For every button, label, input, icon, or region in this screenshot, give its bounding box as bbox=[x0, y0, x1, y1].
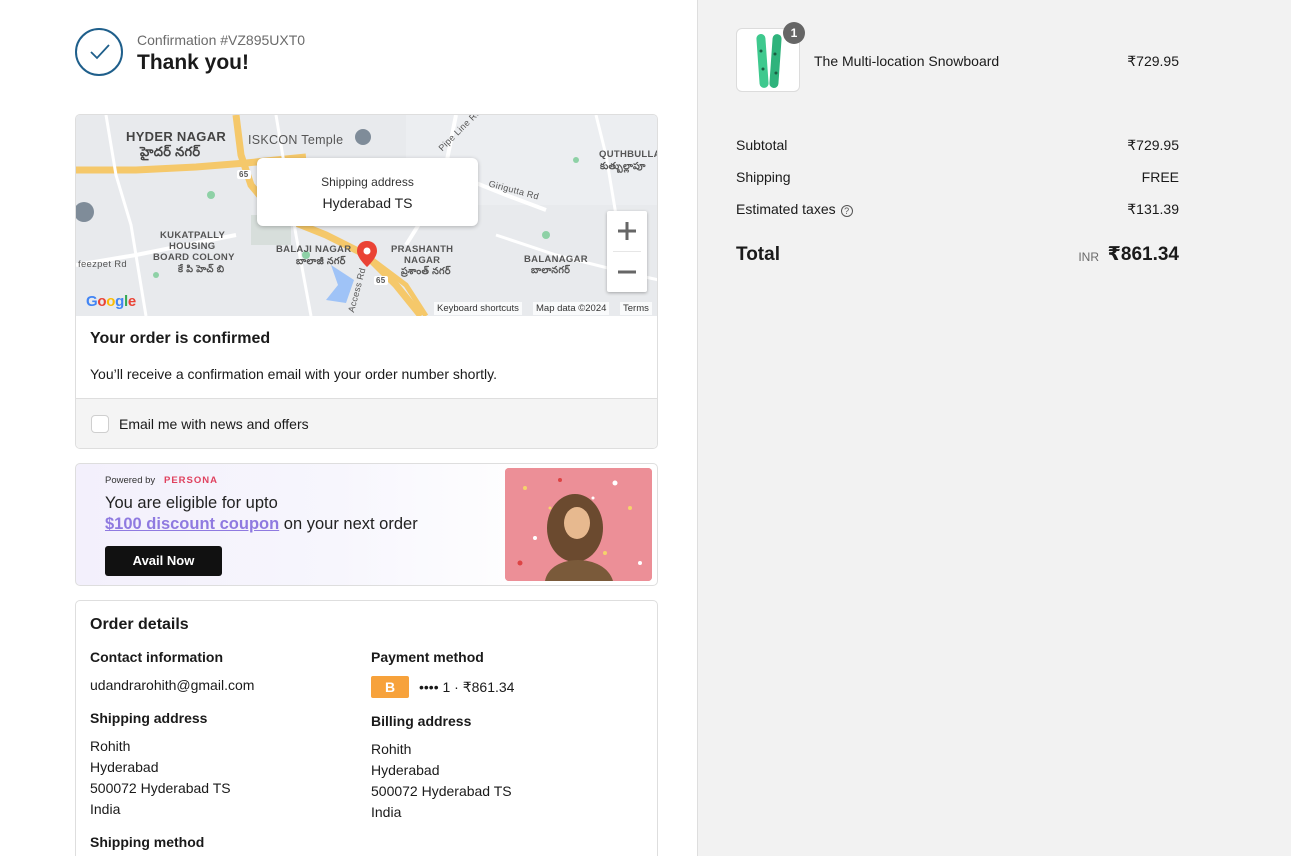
map-terms-link[interactable]: Terms bbox=[620, 302, 652, 315]
billing-address-line: Hyderabad bbox=[371, 762, 440, 778]
map-tooltip: Shipping address Hyderabad TS bbox=[257, 158, 478, 226]
map-label: BALAJI NAGAR bbox=[276, 244, 352, 255]
map-pin-icon[interactable] bbox=[357, 241, 377, 267]
currency-code: INR bbox=[1078, 250, 1099, 264]
shipping-label: Shipping bbox=[736, 169, 791, 185]
billing-address-line: Rohith bbox=[371, 741, 412, 757]
order-details-card: Order details Contact information udandr… bbox=[75, 600, 658, 856]
success-check-icon bbox=[75, 28, 123, 76]
zoom-in-button[interactable] bbox=[607, 211, 647, 251]
shipping-address-line: India bbox=[90, 801, 121, 817]
newsletter-row[interactable]: Email me with news and offers bbox=[76, 398, 657, 448]
map-label: కే పి హెచ్ బి bbox=[178, 264, 225, 275]
map-label: KUKATPALLY bbox=[160, 230, 226, 241]
google-logo: Google bbox=[86, 293, 136, 310]
taxes-value: ₹131.39 bbox=[1127, 201, 1179, 217]
banner-line2: $100 discount coupon on your next order bbox=[105, 515, 418, 534]
highway-shield: 65 bbox=[237, 170, 251, 179]
keyboard-shortcuts-link[interactable]: Keyboard shortcuts bbox=[434, 302, 522, 315]
map-label: NAGAR bbox=[404, 255, 441, 266]
payment-method-icon: B bbox=[371, 676, 409, 698]
billing-address-line: India bbox=[371, 804, 402, 820]
billing-address-heading: Billing address bbox=[371, 713, 472, 729]
map-label: ISKCON Temple bbox=[248, 133, 344, 147]
map-label: HOUSING bbox=[169, 241, 216, 252]
contact-email: udandrarohith@gmail.com bbox=[90, 677, 255, 693]
map-label: బాలాజీ నగర్ bbox=[296, 256, 346, 267]
product-price: ₹729.95 bbox=[1127, 53, 1179, 69]
newsletter-label[interactable]: Email me with news and offers bbox=[119, 416, 309, 432]
map-label: ప్రశాంత్ నగర్ bbox=[401, 266, 451, 277]
payment-heading: Payment method bbox=[371, 649, 484, 665]
map-label: HYDER NAGAR bbox=[126, 129, 227, 144]
subtotal-label: Subtotal bbox=[736, 137, 788, 153]
order-confirmed-card: HYDER NAGAR హైదర్ నగర్ ISKCON Temple Pip… bbox=[75, 114, 658, 449]
map-zoom-controls bbox=[607, 211, 647, 292]
avail-now-button[interactable]: Avail Now bbox=[105, 546, 222, 576]
map-label: QUTHBULLA bbox=[599, 149, 658, 160]
confirmed-title: Your order is confirmed bbox=[90, 330, 271, 347]
tooltip-title: Shipping address bbox=[321, 175, 414, 189]
confirmed-text: You’ll receive a confirmation email with… bbox=[90, 366, 497, 382]
billing-address-line: 500072 Hyderabad TS bbox=[371, 783, 512, 799]
map-label: BALANAGAR bbox=[524, 254, 588, 265]
persona-banner: Powered by PERSONA You are eligible for … bbox=[75, 463, 658, 586]
payment-method-text: •••• 1 · ₹861.34 bbox=[419, 679, 515, 695]
banner-line1: You are eligible for upto bbox=[105, 494, 278, 512]
promo-photo bbox=[505, 468, 652, 581]
help-icon[interactable]: ? bbox=[840, 205, 853, 217]
contact-heading: Contact information bbox=[90, 649, 223, 665]
shipping-map[interactable]: HYDER NAGAR హైదర్ నగర్ ISKCON Temple Pip… bbox=[76, 115, 658, 316]
map-label: PRASHANTH bbox=[391, 244, 454, 255]
quantity-badge: 1 bbox=[783, 22, 805, 44]
persona-logo: PERSONA bbox=[164, 475, 218, 486]
map-label: BOARD COLONY bbox=[153, 252, 235, 263]
order-summary: 1 The Multi-location Snowboard ₹729.95 S… bbox=[697, 0, 1291, 856]
taxes-row-label: Estimated taxes? bbox=[736, 201, 853, 217]
page-title: Thank you! bbox=[137, 51, 250, 74]
powered-by-label: Powered by bbox=[105, 475, 156, 486]
zoom-out-button[interactable] bbox=[607, 252, 647, 292]
map-label: feezpet Rd bbox=[78, 259, 127, 270]
banner-line2-rest: on your next order bbox=[279, 515, 418, 533]
subtotal-value: ₹729.95 bbox=[1127, 137, 1179, 153]
shipping-address-heading: Shipping address bbox=[90, 710, 208, 726]
shipping-address-line: 500072 Hyderabad TS bbox=[90, 780, 231, 796]
taxes-label: Estimated taxes bbox=[736, 201, 836, 217]
map-label: హైదర్ నగర్ bbox=[140, 144, 201, 159]
map-label: బాలానగర్ bbox=[531, 265, 571, 276]
map-data-attribution: Map data ©2024 bbox=[533, 302, 610, 315]
map-label: కుత్బుల్లాపూ bbox=[600, 161, 646, 172]
main-column: Confirmation #VZ895UXT0 Thank you! HYDER… bbox=[0, 0, 697, 856]
shipping-method-heading: Shipping method bbox=[90, 834, 205, 850]
confirmation-number: Confirmation #VZ895UXT0 bbox=[137, 32, 306, 48]
coupon-link[interactable]: $100 discount coupon bbox=[105, 515, 279, 533]
shipping-address-line: Hyderabad bbox=[90, 759, 159, 775]
highway-shield: 65 bbox=[374, 276, 388, 285]
total-label: Total bbox=[736, 244, 780, 265]
shipping-address-line: Rohith bbox=[90, 738, 131, 754]
total-value: ₹861.34 bbox=[1107, 244, 1179, 265]
product-name: The Multi-location Snowboard bbox=[814, 53, 1000, 69]
order-details-title: Order details bbox=[90, 616, 189, 633]
tooltip-value: Hyderabad TS bbox=[322, 195, 413, 211]
newsletter-checkbox[interactable] bbox=[91, 415, 109, 433]
shipping-value: FREE bbox=[1141, 169, 1179, 185]
